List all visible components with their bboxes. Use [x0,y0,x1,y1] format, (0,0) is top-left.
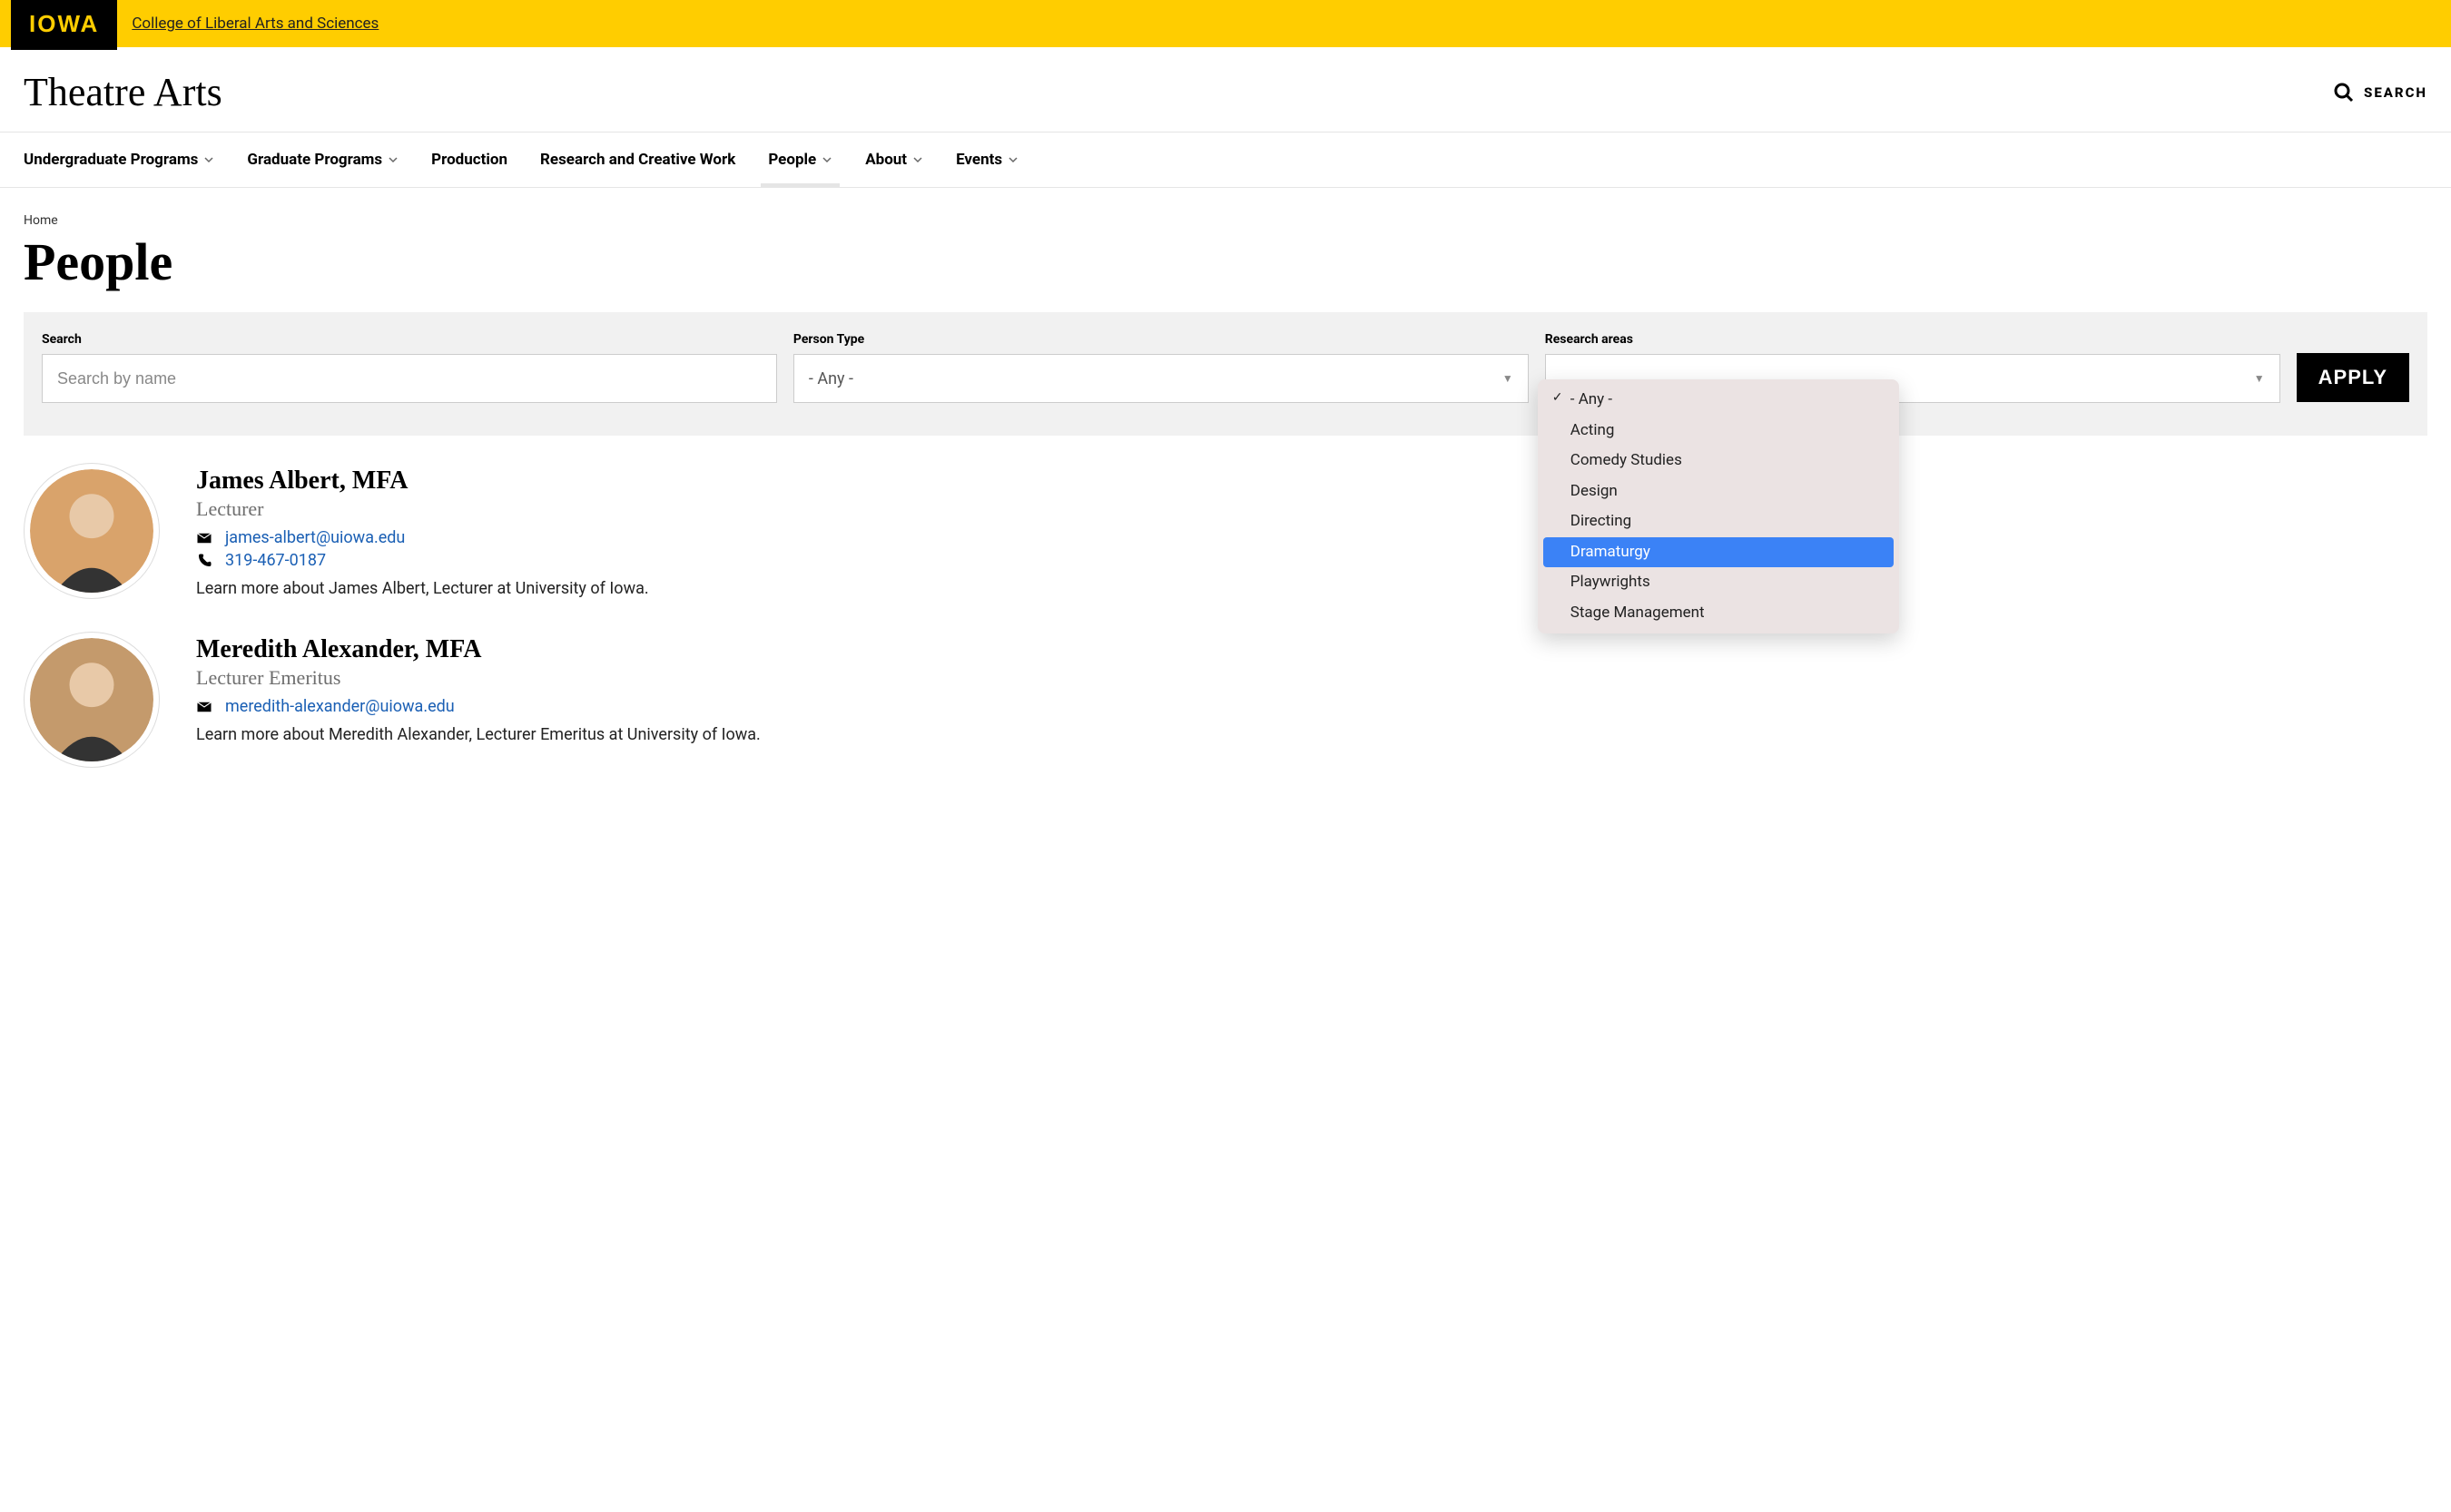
search-button[interactable]: SEARCH [2333,82,2427,103]
search-field-label: Search [42,332,777,347]
nav-item-graduate-programs[interactable]: Graduate Programs [247,133,399,187]
iowa-logo[interactable]: IOWA [11,0,117,50]
apply-wrap: APPLY [2297,332,2409,403]
person-type-label: Person Type [793,332,1529,347]
college-link[interactable]: College of Liberal Arts and Sciences [132,15,379,33]
mail-icon [196,699,212,715]
chevron-down-icon [912,154,923,165]
person-info: James Albert, MFALecturer james-albert@ui… [196,463,649,599]
person-card: James Albert, MFALecturer james-albert@ui… [24,463,2427,599]
research-areas-label: Research areas [1545,332,2280,347]
phone-icon [196,553,212,569]
mail-icon [196,530,212,546]
nav-item-label: About [865,151,907,169]
search-field-wrap: Search [42,332,777,403]
apply-button[interactable]: APPLY [2297,353,2409,402]
person-title: Lecturer [196,497,649,521]
dropdown-option[interactable]: Stage Management [1543,598,1894,629]
chevron-down-icon [388,154,399,165]
search-input[interactable] [42,354,777,403]
person-blurb: Learn more about James Albert, Lecturer … [196,579,649,598]
search-label: SEARCH [2364,84,2427,101]
content: Home People Search Person Type - Any - ▼… [0,188,2451,837]
dropdown-option[interactable]: Directing [1543,506,1894,537]
person-info: Meredith Alexander, MFALecturer Emeritus… [196,632,761,768]
chevron-down-icon: ▼ [1502,372,1513,385]
nav-item-about[interactable]: About [865,133,923,187]
email-line: meredith-alexander@uiowa.edu [196,697,761,716]
nav-item-label: Undergraduate Programs [24,151,198,169]
email-line: james-albert@uiowa.edu [196,528,649,547]
dropdown-option[interactable]: - Any - [1543,385,1894,416]
dropdown-option[interactable]: Playwrights [1543,567,1894,598]
search-icon [2333,82,2355,103]
dropdown-option[interactable]: Design [1543,476,1894,507]
nav-item-label: Graduate Programs [247,151,382,169]
research-areas-dropdown: - Any -ActingComedy StudiesDesignDirecti… [1538,379,1899,633]
nav-item-label: Production [431,151,507,169]
chevron-down-icon [1008,154,1019,165]
person-name[interactable]: James Albert, MFA [196,466,649,496]
phone-line: 319-467-0187 [196,551,649,570]
person-type-value: - Any - [809,369,853,388]
chevron-down-icon: ▼ [2254,372,2265,385]
nav-item-research-and-creative-work[interactable]: Research and Creative Work [540,133,735,187]
nav-item-people[interactable]: People [768,133,832,187]
breadcrumb[interactable]: Home [24,213,2427,228]
nav-item-undergraduate-programs[interactable]: Undergraduate Programs [24,133,214,187]
nav-item-label: Research and Creative Work [540,151,735,169]
page-title: People [24,231,2427,292]
nav-item-events[interactable]: Events [956,133,1019,187]
person-blurb: Learn more about Meredith Alexander, Lec… [196,725,761,744]
avatar[interactable] [24,632,160,768]
chevron-down-icon [822,154,832,165]
site-header: Theatre Arts SEARCH [0,47,2451,132]
avatar[interactable] [24,463,160,599]
person-title: Lecturer Emeritus [196,666,761,690]
person-card: Meredith Alexander, MFALecturer Emeritus… [24,632,2427,768]
nav-item-label: Events [956,151,1002,169]
nav-item-label: People [768,151,816,169]
person-name[interactable]: Meredith Alexander, MFA [196,635,761,664]
research-areas-wrap: Research areas ▼ - Any -ActingComedy Stu… [1545,332,2280,403]
person-type-wrap: Person Type - Any - ▼ [793,332,1529,403]
email-link[interactable]: meredith-alexander@uiowa.edu [225,697,455,716]
nav-item-production[interactable]: Production [431,133,507,187]
chevron-down-icon [203,154,214,165]
dropdown-option[interactable]: Comedy Studies [1543,446,1894,476]
results-list: James Albert, MFALecturer james-albert@ui… [24,463,2427,768]
email-link[interactable]: james-albert@uiowa.edu [225,528,405,547]
dropdown-option[interactable]: Acting [1543,416,1894,447]
dropdown-option[interactable]: Dramaturgy [1543,537,1894,568]
site-title[interactable]: Theatre Arts [24,69,222,115]
phone-link[interactable]: 319-467-0187 [225,551,326,570]
top-bar: IOWA College of Liberal Arts and Science… [0,0,2451,47]
filter-bar: Search Person Type - Any - ▼ Research ar… [24,312,2427,436]
main-nav: Undergraduate Programs Graduate Programs P… [0,132,2451,188]
person-type-select[interactable]: - Any - ▼ [793,354,1529,403]
